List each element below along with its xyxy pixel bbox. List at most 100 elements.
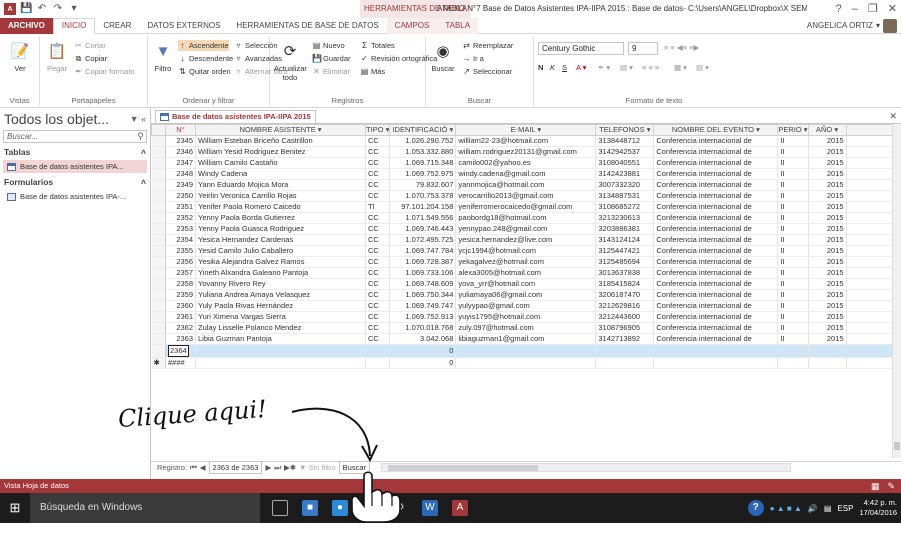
table-cell[interactable]: Yenny Paola Guasca Rodriguez	[195, 223, 366, 235]
table-cell-empty[interactable]	[846, 256, 894, 268]
table-cell[interactable]: 3142423881	[595, 168, 655, 180]
table-cell[interactable]: william22-23@hotmail.com	[455, 135, 597, 147]
table-cell[interactable]: 2015	[808, 289, 847, 301]
table-cell[interactable]: Conferencia internacional de	[653, 311, 779, 323]
table-cell[interactable]: yennypao.248@gmail.com	[455, 223, 597, 235]
record-selector[interactable]	[151, 311, 166, 323]
table-cell[interactable]: II	[777, 278, 809, 290]
column-header[interactable]: IDENTIFICACIÓ ▾	[389, 124, 457, 136]
column-header[interactable]: AÑO ▾	[807, 124, 847, 136]
delete-record-button[interactable]: ✕ Eliminar	[312, 66, 350, 77]
table-cell-empty[interactable]	[846, 267, 894, 279]
table-cell[interactable]: 1.069.750.344	[389, 289, 457, 301]
table-cell[interactable]	[808, 357, 847, 369]
record-selector[interactable]	[151, 190, 166, 202]
table-cell[interactable]: II	[777, 300, 809, 312]
cut-button[interactable]: ✂ Cortar	[74, 40, 106, 51]
table-row[interactable]: 2345 William Esteban Briceño Castrillon CC…	[151, 135, 894, 147]
table-cell[interactable]	[195, 357, 366, 369]
undo-icon[interactable]: ↶	[36, 3, 48, 15]
table-cell[interactable]: 2352	[165, 212, 196, 224]
table-cell[interactable]: William Yesid Rodriguez Benitez	[195, 146, 366, 158]
notification-icon[interactable]: ▤	[824, 504, 832, 513]
record-selector[interactable]	[151, 278, 166, 290]
windows-start-icon[interactable]: ⊞	[0, 493, 30, 523]
column-dropdown-icon[interactable]: ▾	[384, 126, 389, 135]
table-cell[interactable]: II	[777, 267, 809, 279]
table-cell[interactable]: Conferencia internacional de	[653, 245, 779, 257]
table-cell[interactable]: yuyis1795@hotmail.com	[455, 311, 597, 323]
table-cell[interactable]: 2015	[808, 256, 847, 268]
table-cell[interactable]: 3143124124	[595, 234, 655, 246]
datasheet-view-icon[interactable]: ▦	[871, 479, 880, 493]
table-cell[interactable]	[846, 344, 894, 358]
table-cell[interactable]: 3.042.068	[389, 333, 457, 345]
totals-button[interactable]: Σ Totales	[360, 40, 395, 51]
taskbar-clock[interactable]: 4:42 p. m. 17/04/2016	[859, 498, 897, 518]
table-cell-empty[interactable]	[846, 146, 894, 158]
table-cell[interactable]: 3125485694	[595, 256, 655, 268]
table-cell[interactable]: 1.069.747.784	[389, 245, 457, 257]
table-cell[interactable]: 1.069.748.609	[389, 278, 457, 290]
table-cell[interactable]: ####	[165, 357, 196, 369]
table-cell-empty[interactable]	[846, 201, 894, 213]
table-cell[interactable]: 2015	[808, 245, 847, 257]
column-header[interactable]: NOMBRE ASISTENTE ▾	[195, 124, 366, 136]
record-selector[interactable]	[151, 234, 166, 246]
more-button[interactable]: ▤ Más	[360, 66, 385, 77]
table-cell[interactable]: 0	[389, 344, 457, 358]
table-cell[interactable]: CC	[365, 157, 391, 169]
table-cell[interactable]: 2015	[808, 212, 847, 224]
column-header[interactable]: TELEFONOS ▾	[595, 124, 655, 136]
table-cell[interactable]: 2359	[165, 289, 196, 301]
table-cell[interactable]: ycjc1994@hotmail.com	[455, 245, 597, 257]
close-button[interactable]: ✕	[888, 0, 897, 18]
table-cell[interactable]: 2015	[808, 223, 847, 235]
table-cell[interactable]: 1.069.728.387	[389, 256, 457, 268]
table-cell[interactable]: Conferencia internacional de	[653, 223, 779, 235]
table-cell[interactable]: 2015	[808, 190, 847, 202]
copy-button[interactable]: ⧉ Copiar	[74, 53, 107, 64]
table-cell[interactable]: TI	[365, 201, 391, 213]
table-cell[interactable]: II	[777, 190, 809, 202]
table-cell[interactable]: 2350	[165, 190, 196, 202]
table-cell[interactable]: Conferencia internacional de	[653, 190, 779, 202]
previous-record-icon[interactable]: ◀	[200, 462, 206, 473]
table-cell[interactable]: 0	[389, 357, 457, 369]
tab-inicio[interactable]: INICIO	[52, 17, 96, 34]
table-cell[interactable]: II	[777, 201, 809, 213]
table-cell[interactable]: 2015	[808, 278, 847, 290]
table-document-tab[interactable]: Base de datos asistentes IPA-IIPA 2015	[155, 110, 316, 123]
record-selector[interactable]	[151, 245, 166, 257]
table-cell[interactable]: yannmojica@hotmail.com	[455, 179, 597, 191]
font-size-select[interactable]: 9	[628, 42, 658, 55]
table-cell[interactable]: 79.832.607	[389, 179, 457, 191]
table-cell-empty[interactable]	[846, 245, 894, 257]
table-row[interactable]: 2351 Yenifer Paola Romero Caicedo TI 97.101…	[151, 201, 894, 213]
table-cell[interactable]: 3212443600	[595, 311, 655, 323]
view-button[interactable]: 📝 Ver	[7, 40, 33, 73]
table-cell[interactable]: Conferencia internacional de	[653, 267, 779, 279]
table-cell[interactable]: CC	[365, 267, 391, 279]
table-cell[interactable]: 3138448712	[595, 135, 655, 147]
access-taskbar-icon[interactable]: A	[452, 500, 468, 516]
table-cell-empty[interactable]	[846, 311, 894, 323]
chevron-up-icon[interactable]: ˄	[141, 176, 146, 188]
hscroll-thumb[interactable]	[388, 465, 538, 471]
table-cell[interactable]: CC	[365, 135, 391, 147]
table-row[interactable]: 2348 Windy Cadena CC 1.069.752.975 windy.cad…	[151, 168, 894, 180]
table-row[interactable]: 2359 Yuliana Andrea Amaya Velasquez CC 1.06…	[151, 289, 894, 301]
record-selector[interactable]	[151, 289, 166, 301]
table-cell[interactable]: Conferencia internacional de	[653, 179, 779, 191]
table-cell[interactable]: Conferencia internacional de	[653, 168, 779, 180]
vertical-scrollbar[interactable]	[892, 124, 901, 458]
help-tray-icon[interactable]: ?	[747, 500, 764, 516]
table-cell[interactable]: 1.069.749.747	[389, 300, 457, 312]
table-cell[interactable]: Conferencia internacional de	[653, 289, 779, 301]
table-cell[interactable]	[595, 344, 655, 358]
table-cell[interactable]	[653, 357, 779, 369]
table-cell[interactable]: Yenny Paola Borda Gutierrez	[195, 212, 366, 224]
table-cell[interactable]: Conferencia internacional de	[653, 135, 779, 147]
store-icon[interactable]: ■	[302, 500, 318, 516]
fill-color-icon[interactable]: ▤ ▾	[620, 62, 633, 73]
